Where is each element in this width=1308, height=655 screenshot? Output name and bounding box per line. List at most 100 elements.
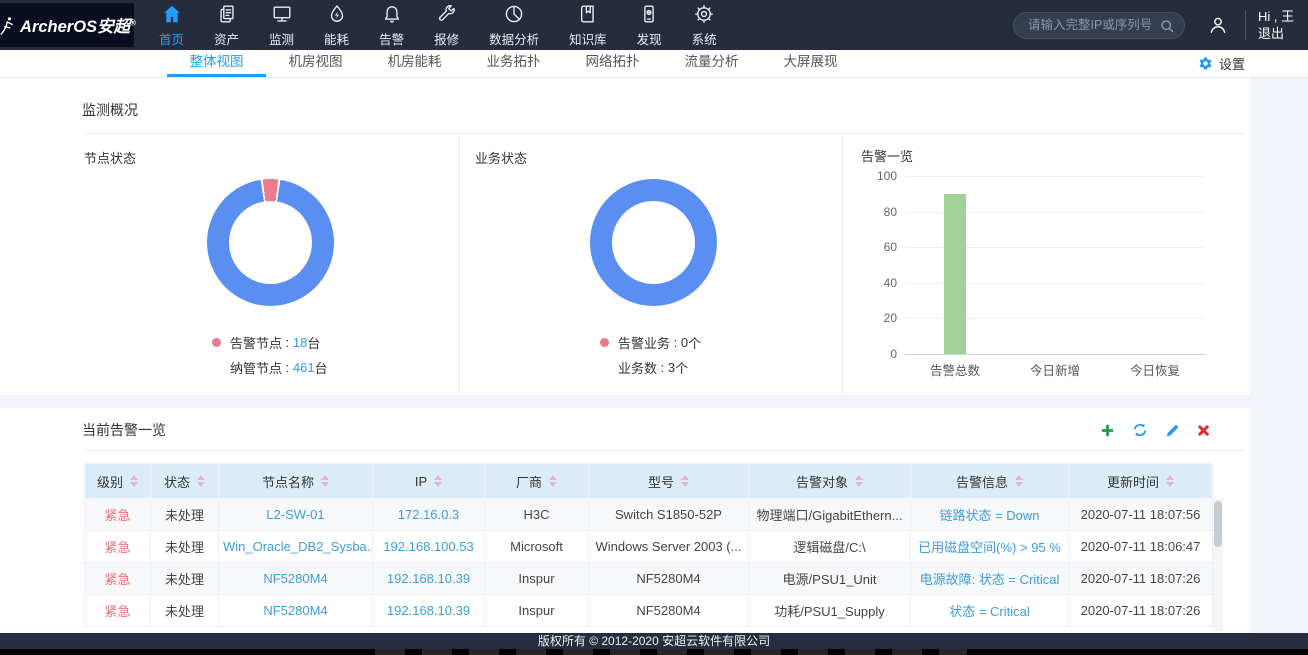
assets-icon <box>216 3 238 26</box>
delete-button[interactable] <box>1197 422 1210 438</box>
sort-arrows-icon[interactable] <box>549 475 557 487</box>
col-vendor-header[interactable]: 厂商 <box>485 464 589 499</box>
nav-item-gear[interactable]: 系统 <box>677 0 732 50</box>
cell-alarm-info[interactable]: 链路状态 = Down <box>911 499 1069 531</box>
taskbar-dashes <box>375 649 967 655</box>
alarm-dot-icon <box>600 338 609 347</box>
brand-logo[interactable]: ArcherOS安超® <box>0 3 134 47</box>
business-status-donut-chart <box>590 179 717 306</box>
cell-ip[interactable]: 192.168.10.39 <box>373 595 485 627</box>
add-button[interactable] <box>1100 422 1115 438</box>
col-level-header[interactable]: 级别 <box>85 464 151 499</box>
tab-6[interactable]: 流量分析 <box>662 50 761 77</box>
cell-node-name[interactable]: NF5280M4 <box>219 563 373 595</box>
cell-model: NF5280M4 <box>589 595 749 627</box>
brand-name: ArcherOS安超® <box>20 13 136 37</box>
cell-update-time: 2020-07-11 18:07:26 <box>1069 563 1213 595</box>
business-status-legend: 告警业务 : 0个 业务数 : 3个 <box>600 330 701 380</box>
tab-7[interactable]: 大屏展现 <box>761 50 860 77</box>
col-node-name-header[interactable]: 节点名称 <box>219 464 373 499</box>
cell-vendor: Inspur <box>485 595 589 627</box>
user-avatar-icon[interactable] <box>1207 14 1229 36</box>
cell-node-name[interactable]: NF5280M4 <box>219 595 373 627</box>
alarms-table: 级别状态节点名称IP厂商型号告警对象告警信息更新时间紧急未处理L2-SW-011… <box>84 463 1213 627</box>
scrollbar-thumb[interactable] <box>1214 501 1222 547</box>
sort-arrows-icon[interactable] <box>197 475 205 487</box>
cell-alarm-object: 逻辑磁盘/C:\ <box>749 531 911 563</box>
gear-icon <box>1198 56 1213 71</box>
cell-level: 紧急 <box>85 531 151 563</box>
business-status-title: 业务状态 <box>475 148 527 167</box>
tab-1[interactable]: 整体视图 <box>167 50 266 77</box>
col-alarm-info-header[interactable]: 告警信息 <box>911 464 1069 499</box>
col-ip-header[interactable]: IP <box>373 464 485 499</box>
book-icon <box>577 3 599 26</box>
nav-item-pie[interactable]: 数据分析 <box>474 0 554 50</box>
col-alarm-object-header[interactable]: 告警对象 <box>749 464 911 499</box>
nav-item-discover[interactable]: 发现 <box>622 0 677 50</box>
table-scrollbar[interactable] <box>1213 499 1223 631</box>
nav-item-energy[interactable]: 能耗 <box>309 0 364 50</box>
cell-node-name[interactable]: Win_Oracle_DB2_Sysba... <box>219 531 373 563</box>
cell-model: Switch S1850-52P <box>589 499 749 531</box>
logout-link[interactable]: 退出 <box>1258 25 1304 42</box>
cell-node-name[interactable]: L2-SW-01 <box>219 499 373 531</box>
cell-alarm-object: 物理端口/GigabitEthern... <box>749 499 911 531</box>
settings-button[interactable]: 设置 <box>1198 50 1245 77</box>
alarm-business-count: 0 <box>681 335 688 350</box>
overview-panel-title: 监测概况 <box>82 100 138 120</box>
cell-update-time: 2020-07-11 18:06:47 <box>1069 531 1213 563</box>
edit-button[interactable] <box>1165 422 1180 438</box>
tab-4[interactable]: 业务拓扑 <box>464 50 563 77</box>
nav-item-assets[interactable]: 资产 <box>199 0 254 50</box>
user-greeting: Hi , 王 <box>1258 8 1304 25</box>
sort-arrows-icon[interactable] <box>434 475 442 487</box>
tab-2[interactable]: 机房视图 <box>266 50 365 77</box>
energy-icon <box>326 3 348 26</box>
cell-alarm-info[interactable]: 已用磁盘空间(%) > 95 % <box>911 531 1069 563</box>
nav-item-book[interactable]: 知识库 <box>554 0 622 50</box>
col-status-header[interactable]: 状态 <box>151 464 219 499</box>
sort-arrows-icon[interactable] <box>321 475 329 487</box>
alarm-dot-icon <box>212 338 221 347</box>
sort-arrows-icon[interactable] <box>1015 475 1023 487</box>
refresh-button[interactable] <box>1132 422 1148 438</box>
sort-arrows-icon[interactable] <box>681 475 689 487</box>
cell-level: 紧急 <box>85 499 151 531</box>
legend-item: 纳管节点 : 461台 <box>212 355 328 380</box>
bell-icon <box>381 3 403 26</box>
col-model-header[interactable]: 型号 <box>589 464 749 499</box>
nav-item-home[interactable]: 首页 <box>144 0 199 50</box>
alarm-bar-plot <box>905 176 1205 354</box>
cell-level: 紧急 <box>85 563 151 595</box>
alarms-toolbar <box>1100 422 1210 438</box>
tab-5[interactable]: 网络拓扑 <box>563 50 662 77</box>
cell-ip[interactable]: 192.168.100.53 <box>373 531 485 563</box>
cell-status: 未处理 <box>151 499 219 531</box>
pie-icon <box>503 3 525 26</box>
sort-arrows-icon[interactable] <box>855 475 863 487</box>
sort-arrows-icon[interactable] <box>130 475 138 487</box>
alarms-table-wrap: 级别状态节点名称IP厂商型号告警对象告警信息更新时间紧急未处理L2-SW-011… <box>84 463 1223 631</box>
search-icon[interactable] <box>1159 18 1175 34</box>
divider <box>1245 10 1246 40</box>
alarm-row-1: 紧急未处理L2-SW-01172.16.0.3H3CSwitch S1850-5… <box>85 499 1213 531</box>
alarm-row-2: 紧急未处理Win_Oracle_DB2_Sysba...192.168.100.… <box>85 531 1213 563</box>
cell-alarm-info[interactable]: 状态 = Critical <box>911 595 1069 627</box>
legend-item: 业务数 : 3个 <box>600 355 701 380</box>
sort-arrows-icon[interactable] <box>1166 475 1174 487</box>
nav-item-bell[interactable]: 告警 <box>364 0 419 50</box>
nav-item-monitor[interactable]: 监测 <box>254 0 309 50</box>
cell-ip[interactable]: 172.16.0.3 <box>373 499 485 531</box>
node-status-donut-chart <box>207 179 334 306</box>
tab-3[interactable]: 机房能耗 <box>365 50 464 77</box>
gear-icon <box>693 3 715 26</box>
col-update-time-header[interactable]: 更新时间 <box>1069 464 1213 499</box>
divider <box>84 450 1245 451</box>
cell-alarm-info[interactable]: 电源故障: 状态 = Critical <box>911 563 1069 595</box>
view-tabs: 整体视图机房视图机房能耗业务拓扑网络拓扑流量分析大屏展现 <box>167 50 860 77</box>
cell-ip[interactable]: 192.168.10.39 <box>373 563 485 595</box>
nav-item-repair[interactable]: 报修 <box>419 0 474 50</box>
node-status-section: 节点状态 告警节点 : 18台 纳管节点 : 461台 <box>0 134 460 395</box>
legend-item: 告警业务 : 0个 <box>600 330 701 355</box>
